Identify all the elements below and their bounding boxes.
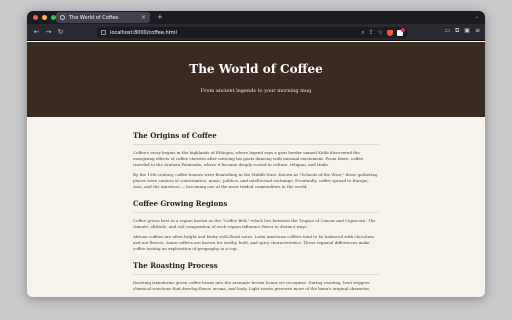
paragraph: African coffees are often bright and fru…: [133, 234, 374, 251]
address-bar[interactable]: localhost:8000/coffee.html ⌕ ⇪ ☆: [97, 27, 407, 38]
url-actions: ⌕ ⇪ ☆: [361, 27, 405, 36]
browser-window: The World of Coffee × + ⌄ ← → ↻ localhos…: [27, 11, 485, 297]
forward-button[interactable]: →: [44, 28, 53, 36]
back-button[interactable]: ←: [32, 28, 41, 36]
wallet-icon[interactable]: ▣: [464, 28, 470, 34]
window-controls: [33, 15, 56, 20]
paragraph: Coffee's story begins in the highlands o…: [133, 150, 364, 167]
bookmark-star-icon[interactable]: ☆: [378, 29, 383, 36]
globe-icon: [60, 15, 65, 20]
nav-buttons: ← → ↻: [32, 28, 65, 36]
page-viewport[interactable]: The World of Coffee From ancient legends…: [27, 42, 485, 297]
tab-active[interactable]: The World of Coffee ×: [56, 12, 150, 23]
rewards-icon[interactable]: [397, 27, 405, 36]
menu-icon[interactable]: ≡: [475, 28, 480, 34]
sidebar-icon[interactable]: ▭: [444, 28, 450, 34]
page-subtitle: From ancient legends to your morning mug: [200, 88, 312, 94]
tab-bar: The World of Coffee × + ⌄: [27, 11, 485, 24]
close-window-button[interactable]: [33, 15, 38, 20]
minimize-window-button[interactable]: [42, 15, 47, 20]
share-icon[interactable]: ⇪: [369, 29, 374, 36]
url-text[interactable]: localhost:8000/coffee.html: [110, 30, 357, 36]
page-title: The World of Coffee: [189, 62, 323, 76]
new-tab-button[interactable]: +: [157, 13, 163, 22]
zoom-icon[interactable]: ⌕: [361, 29, 364, 36]
nav-toolbar: ← → ↻ localhost:8000/coffee.html ⌕ ⇪ ☆ ▭…: [27, 24, 485, 41]
tab-title: The World of Coffee: [69, 14, 119, 21]
section-origins: The Origins of Coffee Coffee's story beg…: [133, 131, 379, 190]
close-tab-icon[interactable]: ×: [141, 14, 146, 21]
page-info-icon[interactable]: [101, 30, 106, 35]
section-heading: The Origins of Coffee: [133, 131, 379, 145]
chevron-down-icon[interactable]: ⌄: [475, 14, 479, 20]
hero-banner: The World of Coffee From ancient legends…: [27, 42, 485, 117]
section-heading: Coffee Growing Regions: [133, 199, 379, 213]
toolbar-right: ▭ ⧉ ▣ ≡: [444, 28, 480, 34]
paragraph: Roasting transforms green coffee beans i…: [133, 280, 370, 291]
section-roasting: The Roasting Process Roasting transforms…: [133, 261, 379, 292]
paragraph: By the 15th century, coffee houses were …: [133, 172, 378, 189]
brave-shield-icon[interactable]: [387, 29, 393, 36]
section-growing-regions: Coffee Growing Regions Coffee grows best…: [133, 199, 379, 252]
article-content: The Origins of Coffee Coffee's story beg…: [133, 131, 379, 292]
section-heading: The Roasting Process: [133, 261, 379, 275]
extensions-icon[interactable]: ⧉: [455, 28, 459, 34]
reload-button[interactable]: ↻: [56, 28, 65, 36]
paragraph: Coffee grows best in a region known as t…: [133, 218, 376, 229]
